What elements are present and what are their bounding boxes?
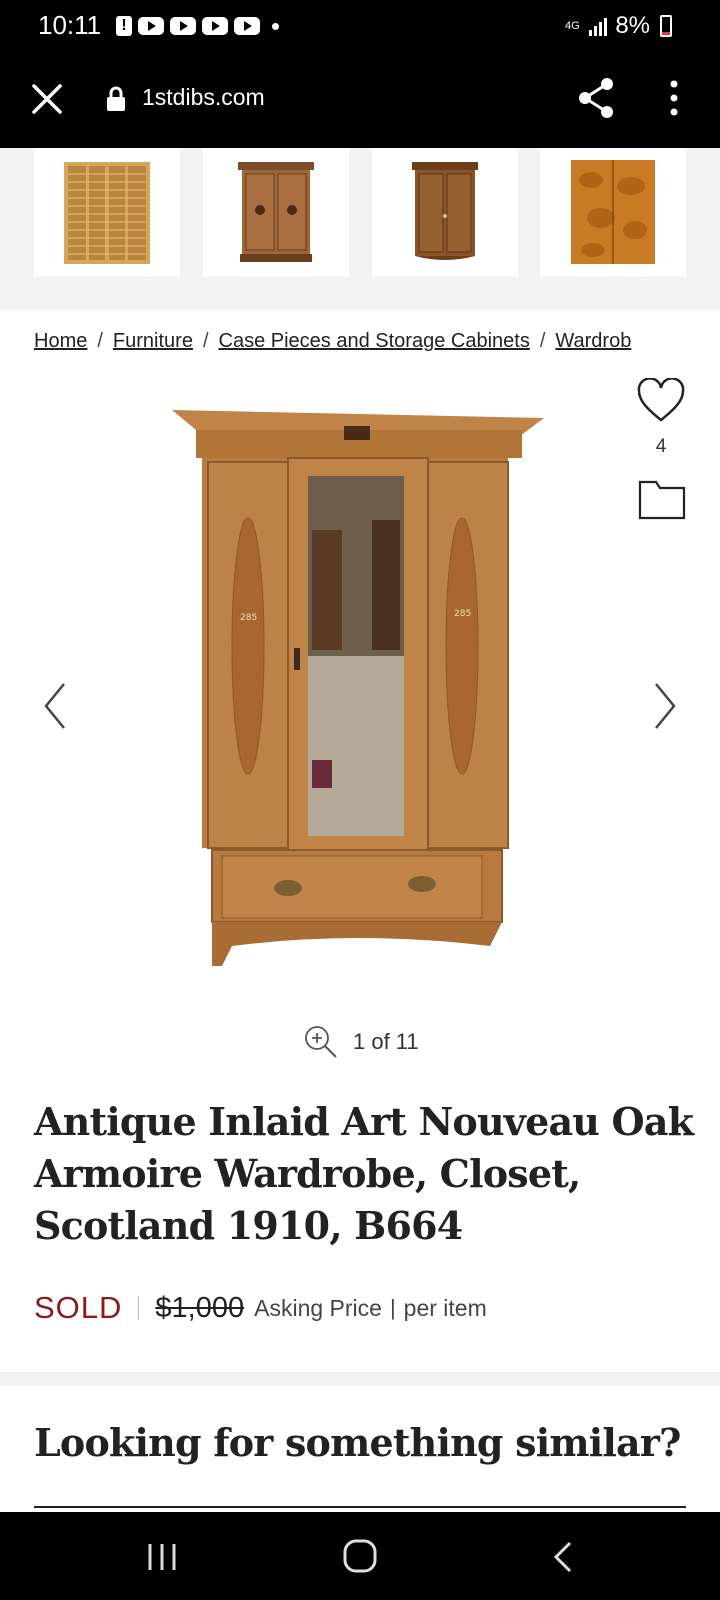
burl-wardrobe-image — [571, 159, 655, 264]
related-item-thumbnail[interactable] — [372, 148, 518, 277]
heart-icon[interactable] — [636, 378, 686, 424]
two-door-cabinet-image — [238, 161, 314, 262]
battery-percent: 8% — [615, 12, 650, 39]
youtube-icon — [234, 17, 260, 35]
similar-heading: Looking for something similar? — [34, 1420, 681, 1465]
more-notifications-dot-icon — [272, 22, 279, 30]
breadcrumb: Home / Furniture / Case Pieces and Storage C… — [34, 330, 686, 353]
svg-text:285: 285 — [240, 613, 257, 623]
breadcrumb-home[interactable]: Home — [34, 330, 87, 352]
product-image[interactable]: 285 285 — [172, 410, 544, 990]
louvered-cabinet-image — [64, 161, 150, 264]
image-counter: 1 of 11 — [353, 1029, 419, 1054]
svg-text:285: 285 — [454, 609, 471, 619]
recent-apps-icon[interactable] — [146, 1542, 178, 1572]
related-item-thumbnail[interactable] — [34, 148, 180, 277]
section-divider — [0, 1372, 720, 1386]
youtube-icon — [170, 17, 196, 35]
chevron-left-icon[interactable] — [40, 680, 70, 732]
home-icon[interactable] — [342, 1538, 378, 1574]
browser-toolbar: 1stdibs.com — [0, 52, 720, 148]
sold-status: SOLD — [34, 1290, 123, 1325]
signal-icon — [589, 16, 608, 36]
related-thumbnails-strip — [0, 148, 720, 310]
close-icon[interactable] — [30, 82, 64, 116]
youtube-icon — [138, 17, 164, 35]
breadcrumb-furniture[interactable]: Furniture — [113, 330, 193, 352]
breadcrumb-case-pieces[interactable]: Case Pieces and Storage Cabinets — [219, 330, 530, 352]
breadcrumb-separator: / — [97, 330, 103, 352]
folder-icon[interactable] — [638, 478, 686, 520]
related-item-thumbnail[interactable] — [540, 148, 686, 277]
asking-price: $1,000 — [155, 1291, 245, 1324]
status-time: 10:11 — [38, 10, 102, 40]
product-title: Antique Inlaid Art Nouveau Oak Armoire W… — [34, 1099, 694, 1248]
similar-underline — [34, 1506, 686, 1508]
zoom-in-icon[interactable] — [303, 1024, 339, 1060]
url-text[interactable]: 1stdibs.com — [142, 84, 265, 111]
notification-icons: ! — [116, 16, 279, 36]
image-zoom-row: 1 of 11 — [303, 1024, 419, 1060]
network-type-icon: 4G — [564, 19, 580, 32]
youtube-icon — [202, 17, 228, 35]
breadcrumb-wardrobes[interactable]: Wardrob — [555, 330, 631, 352]
system-nav-bar — [0, 1512, 720, 1600]
more-options-icon[interactable] — [666, 80, 682, 116]
armoire-image — [412, 161, 478, 260]
battery-icon — [660, 15, 672, 37]
chevron-right-icon[interactable] — [650, 680, 680, 732]
price-row: SOLD $1,000 Asking Price | per item — [34, 1290, 487, 1326]
share-icon[interactable] — [576, 76, 616, 120]
breadcrumb-separator: / — [539, 330, 546, 352]
price-label: Asking Price — [254, 1294, 382, 1321]
price-unit-separator: | — [389, 1295, 396, 1320]
price-divider — [138, 1296, 140, 1320]
alert-icon: ! — [116, 16, 132, 36]
favorites-count: 4 — [655, 436, 667, 457]
breadcrumb-separator: / — [202, 330, 209, 352]
price-unit: per item — [403, 1294, 487, 1321]
lock-icon — [107, 86, 125, 111]
status-bar: 10:11 ! 4G 8% — [0, 0, 720, 52]
status-right: 4G 8% — [563, 12, 672, 40]
related-item-thumbnail[interactable] — [203, 148, 349, 277]
back-icon[interactable] — [552, 1540, 574, 1574]
